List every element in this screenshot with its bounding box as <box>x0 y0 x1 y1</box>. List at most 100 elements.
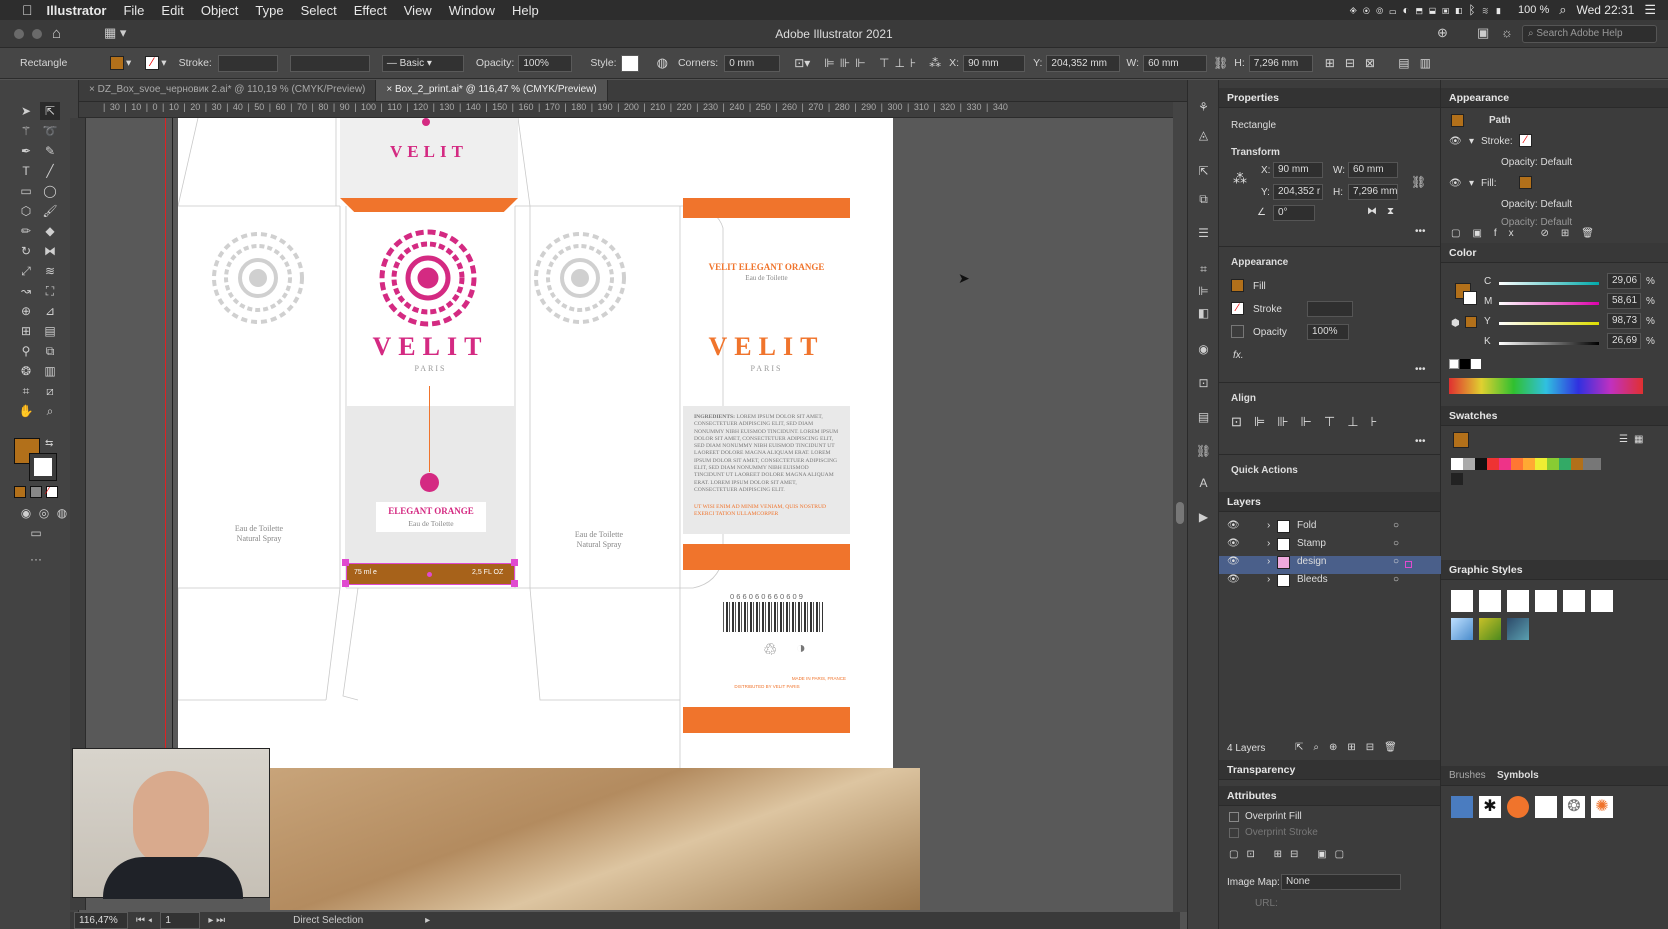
lasso-icon[interactable]: ➰ <box>40 122 60 140</box>
symbol-sprayer-icon[interactable]: ❂ <box>16 362 36 380</box>
placed-image[interactable] <box>270 768 920 910</box>
opacity-input[interactable]: 100% <box>518 54 573 72</box>
eyedropper-icon[interactable]: ⚲ <box>16 342 36 360</box>
chevron-right-icon[interactable]: › <box>1267 538 1270 549</box>
swatches-panel-header[interactable]: Swatches <box>1441 406 1668 426</box>
graphic-styles-row-1[interactable] <box>1451 590 1616 612</box>
export-icon[interactable]: ⇱ <box>1195 164 1212 179</box>
black-slider[interactable] <box>1499 342 1599 345</box>
stroke-weight-input[interactable] <box>217 54 278 72</box>
selection-indicator[interactable] <box>1405 561 1412 568</box>
eye-icon[interactable]: 👁 <box>1227 538 1240 549</box>
rectangle-tool-icon[interactable]: ▭ <box>16 182 36 200</box>
layers-footer-icons[interactable]: ⇱⌕⊕⊞⊟🗑 <box>1295 742 1407 753</box>
symbol-swatch[interactable] <box>1535 796 1557 818</box>
layer-name[interactable]: design <box>1297 556 1326 567</box>
symbol-swatch[interactable]: ❂ <box>1563 796 1585 818</box>
transform-icons[interactable]: ⊞⊟⊠ ▤▥ <box>1325 56 1441 70</box>
symbol-swatch[interactable]: ✱ <box>1479 796 1501 818</box>
menu-type[interactable]: Type <box>255 3 283 18</box>
color-panel-header[interactable]: Color <box>1441 243 1668 263</box>
more-options-icon[interactable]: ••• <box>1415 364 1426 375</box>
menu-window[interactable]: Window <box>449 3 495 18</box>
zoom-tool-icon[interactable]: ⌕ <box>40 402 60 420</box>
hand-tool-icon[interactable]: ✋ <box>16 402 36 420</box>
none-swatch[interactable] <box>1449 359 1459 369</box>
handle[interactable] <box>342 559 349 566</box>
swatch-row[interactable] <box>1451 458 1601 470</box>
transparency-panel-header[interactable]: Transparency <box>1219 760 1440 780</box>
prop-y-input[interactable]: 204,352 r <box>1273 184 1323 200</box>
play-icon[interactable]: ▶ <box>1195 510 1212 525</box>
out-of-gamut-icon[interactable]: ⬢ <box>1451 318 1460 329</box>
symbol-swatch[interactable] <box>1451 796 1473 818</box>
fx-button[interactable]: fx. <box>1233 350 1244 361</box>
x-input[interactable]: 90 mm <box>963 54 1026 72</box>
none-mode-button[interactable]: ⁄ <box>46 486 58 498</box>
arrange-icon[interactable]: ▣ <box>1477 25 1489 41</box>
links-icon[interactable]: ⊡ <box>1195 376 1212 391</box>
tab-document-2[interactable]: × Box_2_print.ai* @ 116,47 % (CMYK/Previ… <box>376 80 608 101</box>
prev-artboard-icon[interactable]: ⏮ ◂ <box>136 915 152 926</box>
menu-help[interactable]: Help <box>512 3 539 18</box>
swatch-group-icon[interactable] <box>1451 473 1463 485</box>
align-icon[interactable]: ⊫ <box>1195 284 1212 299</box>
gamut-swatch[interactable] <box>1465 316 1477 328</box>
target-icon[interactable]: ○ <box>1393 556 1399 567</box>
scroll-thumb[interactable] <box>1176 502 1184 524</box>
prop-h-input[interactable]: 7,296 mm <box>1348 184 1398 200</box>
symbol-swatch[interactable]: ✺ <box>1591 796 1613 818</box>
fill-swatch[interactable] <box>110 56 124 70</box>
layer-row[interactable]: 👁 › Fold ○ <box>1219 520 1441 538</box>
close-icon[interactable]: × <box>386 84 395 95</box>
curvature-tool-icon[interactable]: ✎ <box>40 142 60 160</box>
more-options-icon[interactable]: ••• <box>1415 226 1426 237</box>
draw-inside-icon[interactable]: ◍ <box>52 504 72 522</box>
apple-icon[interactable]:  <box>22 2 33 18</box>
menu-icon[interactable]: ☰ <box>1195 226 1212 241</box>
reference-point-icon[interactable]: ⁂ <box>1233 170 1247 187</box>
share-icon[interactable]: ⊕ <box>1437 25 1448 41</box>
prop-w-input[interactable]: 60 mm <box>1348 162 1398 178</box>
recolor-icon[interactable]: ◍ <box>657 55 668 71</box>
h-input[interactable]: 7,296 mm <box>1248 54 1313 72</box>
link-icon[interactable]: ⛓ <box>1195 444 1212 459</box>
tab-symbols[interactable]: Symbols <box>1497 770 1539 781</box>
stroke-weight-input[interactable] <box>1307 301 1353 317</box>
handle[interactable] <box>511 559 518 566</box>
learn-icon[interactable]: ◬ <box>1195 128 1212 143</box>
yellow-slider[interactable] <box>1499 322 1599 325</box>
symbol-swatch[interactable] <box>1507 796 1529 818</box>
rotate-tool-icon[interactable]: ↻ <box>16 242 36 260</box>
eye-icon[interactable]: 👁 <box>1227 520 1240 531</box>
menu-effect[interactable]: Effect <box>354 3 387 18</box>
handle[interactable] <box>342 580 349 587</box>
align-buttons[interactable]: ⊡⊫⊪⊩⊤⊥⊦ <box>1231 414 1389 430</box>
lightbulb-icon[interactable]: ☼ <box>1501 25 1513 40</box>
menu-edit[interactable]: Edit <box>161 3 183 18</box>
overprint-stroke-checkbox[interactable] <box>1229 828 1239 838</box>
layer-name[interactable]: Bleeds <box>1297 574 1328 585</box>
target-icon[interactable]: ○ <box>1393 520 1399 531</box>
white-swatch[interactable] <box>1471 359 1481 369</box>
stroke-swatch[interactable]: ⁄ <box>1231 302 1244 315</box>
properties-tab[interactable]: Properties <box>1219 88 1440 108</box>
artboard-number[interactable]: 1 <box>160 912 201 929</box>
appearance-panel-header[interactable]: Appearance <box>1441 88 1668 108</box>
selection-tool-icon[interactable]: ➤ <box>16 102 36 120</box>
direct-selection-tool-icon[interactable]: ⇱ <box>40 102 60 120</box>
align-buttons[interactable]: ⊫⊪⊩ ⊤⊥⊦ <box>824 56 921 70</box>
layer-name[interactable]: Stamp <box>1297 538 1326 549</box>
menu-select[interactable]: Select <box>301 3 337 18</box>
magic-wand-icon[interactable]: ⚚ <box>16 122 36 140</box>
gradient-mode-button[interactable] <box>30 486 42 498</box>
character-icon[interactable]: A <box>1195 476 1212 491</box>
graphic-styles-panel-header[interactable]: Graphic Styles <box>1441 560 1668 580</box>
attributes-panel-header[interactable]: Attributes <box>1219 786 1440 806</box>
corners-input[interactable]: 0 mm <box>724 54 781 72</box>
chevron-right-icon[interactable]: › <box>1267 574 1270 585</box>
pen-tool-icon[interactable]: ✒ <box>16 142 36 160</box>
eye-icon[interactable]: 👁 <box>1227 556 1240 567</box>
layer-row[interactable]: 👁 › Stamp ○ <box>1219 538 1441 556</box>
control-center-icon[interactable]: ☰ <box>1644 2 1656 18</box>
